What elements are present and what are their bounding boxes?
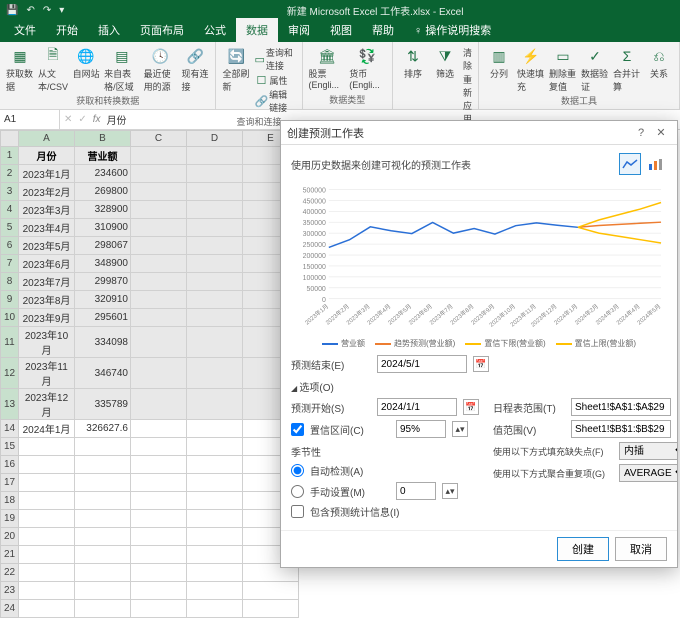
dup-label: 使用以下方式聚合重复项(G)	[493, 467, 613, 480]
redo-icon[interactable]: ↷	[43, 5, 51, 16]
qat-more-icon[interactable]: ▾	[59, 5, 64, 16]
svg-text:450000: 450000	[303, 198, 326, 205]
from-web-button[interactable]: 🌐自网站	[72, 46, 100, 80]
ci-label: 置信区间(C)	[310, 422, 390, 437]
tab-file[interactable]: 文件	[4, 18, 46, 42]
dialog-desc: 使用历史数据来创建可视化的预测工作表	[291, 157, 619, 172]
values-input[interactable]	[571, 420, 671, 438]
enter-icon[interactable]: ✓	[78, 114, 86, 125]
ci-checkbox[interactable]	[291, 423, 304, 436]
refresh-all-button[interactable]: 🔄全部刷新	[222, 46, 250, 93]
currency-button[interactable]: 💱货币 (Engli...	[349, 46, 386, 90]
ribbon: ▦获取数据 🗎从文本/CSV 🌐自网站 ▤来自表格/区域 🕓最近使用的源 🔗现有…	[0, 42, 680, 110]
get-data-button[interactable]: ▦获取数据	[6, 46, 34, 93]
create-button[interactable]: 创建	[557, 537, 609, 561]
svg-text:50000: 50000	[306, 286, 325, 293]
svg-text:100000: 100000	[303, 275, 326, 282]
ci-input[interactable]	[396, 420, 446, 438]
forecast-end-input[interactable]	[377, 355, 467, 373]
save-icon[interactable]: 💾	[6, 5, 18, 16]
window-titlebar: 💾 ↶ ↷ ▾ 新建 Microsoft Excel 工作表.xlsx - Ex…	[0, 0, 680, 20]
from-table-button[interactable]: ▤来自表格/区域	[104, 46, 139, 93]
stepper-icon[interactable]: ▴▾	[452, 421, 468, 437]
include-stats-label: 包含预测统计信息(I)	[310, 504, 399, 519]
date-picker-icon[interactable]: 📅	[473, 356, 489, 372]
window-title: 新建 Microsoft Excel 工作表.xlsx - Excel	[70, 3, 680, 18]
line-chart-icon[interactable]	[619, 153, 641, 175]
undo-icon[interactable]: ↶	[26, 5, 34, 16]
cancel-button[interactable]: 取消	[615, 537, 667, 561]
close-icon[interactable]: ✕	[651, 126, 671, 139]
svg-text:350000: 350000	[303, 220, 326, 227]
data-valid-button[interactable]: ✓数据验证	[581, 46, 609, 93]
timeline-label: 日程表范围(T)	[493, 400, 565, 415]
tell-me[interactable]: ♀ 操作说明搜索	[404, 18, 501, 42]
dialog-title: 创建预测工作表	[287, 125, 631, 141]
tab-insert[interactable]: 插入	[88, 18, 130, 42]
tab-data[interactable]: 数据	[236, 18, 278, 42]
season-manual-radio[interactable]	[291, 485, 304, 498]
tab-review[interactable]: 审阅	[278, 18, 320, 42]
svg-text:250000: 250000	[303, 242, 326, 249]
tab-formulas[interactable]: 公式	[194, 18, 236, 42]
svg-text:300000: 300000	[303, 231, 326, 238]
flash-fill-button[interactable]: ⚡快速填充	[517, 46, 545, 93]
values-label: 值范围(V)	[493, 422, 565, 437]
clear-button[interactable]: 清除	[463, 46, 472, 72]
tab-help[interactable]: 帮助	[362, 18, 404, 42]
from-text-button[interactable]: 🗎从文本/CSV	[38, 46, 68, 93]
namebox[interactable]: A1	[0, 110, 60, 129]
season-auto-label: 自动检测(A)	[310, 463, 390, 478]
season-auto-radio[interactable]	[291, 464, 304, 477]
recent-sources-button[interactable]: 🕓最近使用的源	[144, 46, 178, 93]
stepper-icon[interactable]: ▴▾	[442, 483, 458, 499]
tab-layout[interactable]: 页面布局	[130, 18, 194, 42]
svg-text:0: 0	[322, 297, 326, 304]
ribbon-tabs: 文件 开始 插入 页面布局 公式 数据 审阅 视图 帮助 ♀ 操作说明搜索	[0, 20, 680, 42]
svg-text:400000: 400000	[303, 209, 326, 216]
forecast-chart: 0 50000 100000 150000 200000 250000 300000 3500…	[291, 183, 667, 351]
filter-button[interactable]: ⧩筛选	[431, 46, 459, 80]
sort-button[interactable]: ⇅排序	[399, 46, 427, 80]
group-label: 获取和转换数据	[6, 93, 209, 108]
timeline-input[interactable]	[571, 398, 671, 416]
help-icon[interactable]: ?	[631, 127, 651, 139]
season-manual-label: 手动设置(M)	[310, 484, 390, 499]
existing-conn-button[interactable]: 🔗现有连接	[181, 46, 209, 93]
remove-dup-button[interactable]: ▭删除重复值	[549, 46, 577, 93]
properties-button[interactable]: ☐属性	[254, 73, 295, 87]
edit-links-button[interactable]: 🔗编辑链接	[254, 88, 295, 114]
cancel-icon[interactable]: ✕	[64, 114, 72, 125]
forecast-dialog: 创建预测工作表 ? ✕ 使用历史数据来创建可视化的预测工作表 0 50000 100…	[280, 120, 678, 568]
include-stats-checkbox[interactable]	[291, 505, 304, 518]
options-toggle[interactable]: 选项(O)	[291, 379, 667, 394]
dup-select[interactable]: AVERAGE	[619, 464, 677, 482]
svg-text:500000: 500000	[303, 187, 326, 194]
forecast-start-input[interactable]	[377, 398, 457, 416]
queries-button[interactable]: ▭查询和连接	[254, 46, 295, 72]
date-picker-icon[interactable]: 📅	[463, 399, 479, 415]
consolidate-button[interactable]: Σ合并计算	[613, 46, 641, 93]
svg-text:200000: 200000	[303, 253, 326, 260]
text-to-cols-button[interactable]: ▥分列	[485, 46, 513, 80]
svg-text:150000: 150000	[303, 264, 326, 271]
bar-chart-icon[interactable]	[645, 153, 667, 175]
seasonality-label: 季节性	[291, 444, 479, 459]
fx-icon[interactable]: fx	[93, 114, 101, 125]
fill-select[interactable]: 内插	[619, 442, 677, 460]
group-label: 数据类型	[309, 92, 386, 107]
group-label: 数据工具	[485, 93, 673, 108]
stocks-button[interactable]: 🏛股票 (Engli...	[309, 46, 346, 90]
formula-text[interactable]: 月份	[107, 112, 127, 127]
forecast-start-label: 预测开始(S)	[291, 400, 371, 415]
tab-home[interactable]: 开始	[46, 18, 88, 42]
season-manual-input[interactable]	[396, 482, 436, 500]
forecast-end-label: 预测结束(E)	[291, 357, 371, 372]
tab-view[interactable]: 视图	[320, 18, 362, 42]
relationships-button[interactable]: ⎌关系	[645, 46, 673, 80]
fill-label: 使用以下方式填充缺失点(F)	[493, 445, 613, 458]
